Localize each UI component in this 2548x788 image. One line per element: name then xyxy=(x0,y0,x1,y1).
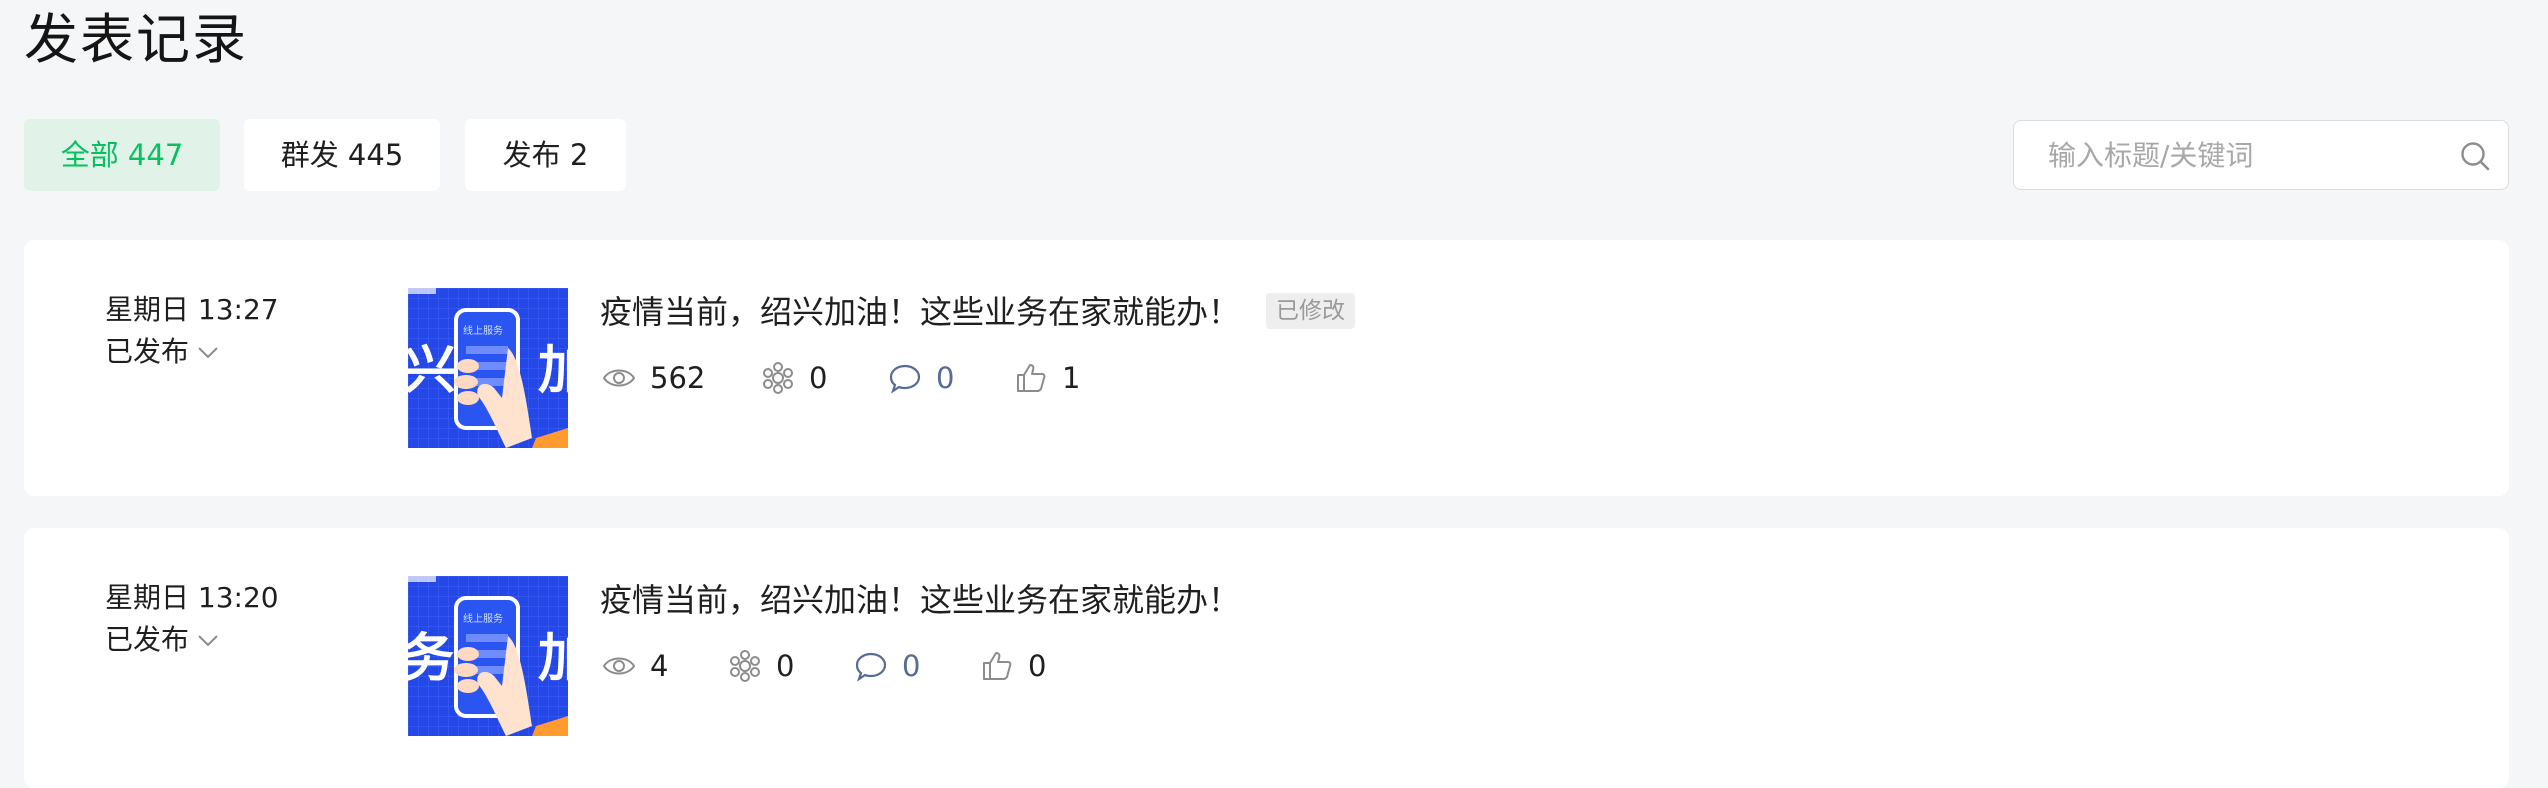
search-input[interactable] xyxy=(2014,121,2444,189)
shares-stat: 0 xyxy=(761,358,827,398)
likes-stat: 1 xyxy=(1014,358,1080,398)
views-stat: 4 xyxy=(602,646,668,686)
svg-text:线上服务: 线上服务 xyxy=(463,324,503,337)
post-thumbnail[interactable]: 兴 加 线上服务 xyxy=(408,288,568,448)
post-thumbnail[interactable]: 务 加 线上服务 xyxy=(408,576,568,736)
post-title-link[interactable]: 疫情当前，绍兴加油！这些业务在家就能办！ xyxy=(600,578,1240,622)
eye-icon xyxy=(602,369,636,387)
chevron-down-icon xyxy=(198,347,218,359)
post-card: 星期日 13:20 已发布 务 加 线上服务 疫情当前，绍兴加油！这些业务在家就… xyxy=(24,528,2509,788)
comment-icon xyxy=(855,652,887,682)
views-stat: 562 xyxy=(602,358,705,398)
post-card: 星期日 13:27 已发布 兴 加 线上服务 疫情当前，绍兴加油！这些业务在家就… xyxy=(24,240,2509,496)
post-time: 星期日 13:27 xyxy=(105,293,279,326)
svg-text:加: 加 xyxy=(538,341,568,401)
status-dropdown[interactable]: 已发布 xyxy=(105,334,219,370)
status-label: 已发布 xyxy=(105,335,190,368)
post-title: 疫情当前，绍兴加油！这些业务在家就能办！ xyxy=(600,293,1241,331)
svg-text:加: 加 xyxy=(538,629,568,689)
thumbs-up-icon xyxy=(1017,364,1046,392)
search-box xyxy=(2013,120,2509,190)
status-label: 已发布 xyxy=(105,623,190,656)
likes-stat: 0 xyxy=(980,646,1046,686)
svg-text:兴: 兴 xyxy=(408,341,456,401)
post-title-link[interactable]: 疫情当前，绍兴加油！这些业务在家就能办！ 已修改 xyxy=(600,290,1356,334)
edited-badge: 已修改 xyxy=(1266,293,1356,329)
shares-stat: 0 xyxy=(728,646,794,686)
status-dropdown[interactable]: 已发布 xyxy=(105,622,219,658)
svg-text:线上服务: 线上服务 xyxy=(463,612,503,625)
comments-stat[interactable]: 0 xyxy=(888,358,954,398)
tab-publish[interactable]: 发布 2 xyxy=(465,119,626,191)
search-icon[interactable] xyxy=(2458,139,2492,173)
page-title: 发表记录 xyxy=(24,8,248,71)
eye-icon xyxy=(602,657,636,675)
tab-mass-send[interactable]: 群发 445 xyxy=(244,119,440,191)
tab-all[interactable]: 全部 447 xyxy=(24,119,220,191)
thumbs-up-icon xyxy=(983,652,1012,680)
share-icon xyxy=(730,650,760,682)
chevron-down-icon xyxy=(198,635,218,647)
post-time: 星期日 13:20 xyxy=(105,581,279,614)
svg-text:务: 务 xyxy=(408,629,454,689)
share-icon xyxy=(763,362,793,394)
comments-stat[interactable]: 0 xyxy=(854,646,920,686)
comment-icon xyxy=(889,364,921,394)
post-title: 疫情当前，绍兴加油！这些业务在家就能办！ xyxy=(600,581,1241,619)
